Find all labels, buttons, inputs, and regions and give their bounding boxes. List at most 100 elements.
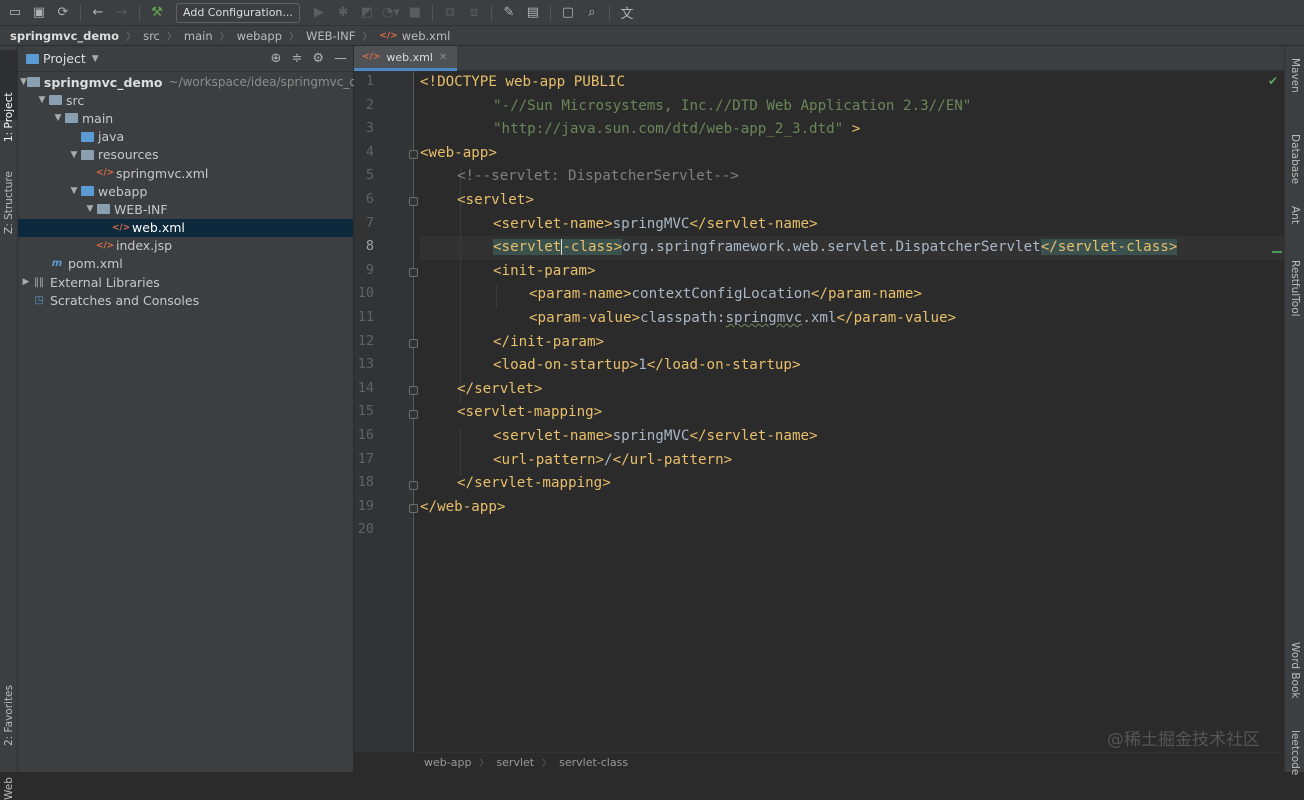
open-folder-icon[interactable]: ▭ xyxy=(4,2,26,24)
tree-item-web-xml[interactable]: </> web.xml xyxy=(18,218,353,237)
close-icon[interactable]: ✕ xyxy=(439,52,447,63)
profile-icon[interactable]: ◔▾ xyxy=(380,2,402,24)
expand-arrow-icon[interactable]: ▼ xyxy=(68,186,80,196)
line-number: 12 xyxy=(357,332,374,349)
tree-item-src[interactable]: ▼ src xyxy=(18,91,353,109)
code-line-10: <param-name>contextConfigLocation</param… xyxy=(529,286,922,303)
toolbar-divider xyxy=(139,4,140,21)
line-number: 9 xyxy=(365,261,374,278)
fold-marker-icon[interactable] xyxy=(409,481,418,490)
chevron-down-icon[interactable]: ▼ xyxy=(92,54,99,64)
nav-crumb-main[interactable]: main xyxy=(184,29,213,43)
tree-item-project-root[interactable]: ▼ springmvc_demo ~/workspace/idea/spring… xyxy=(18,73,376,91)
tree-item-pom-xml[interactable]: m pom.xml xyxy=(18,255,353,273)
chevron-right-icon: 〉 xyxy=(166,32,177,43)
line-number: 14 xyxy=(357,379,374,396)
expand-arrow-icon[interactable]: ▼ xyxy=(68,150,80,160)
toolbar-divider xyxy=(549,4,551,21)
breadcrumb-servlet-class[interactable]: servlet-class xyxy=(559,756,628,769)
editor-breadcrumbs: web-app 〉 servlet 〉 servlet-class xyxy=(414,752,1284,772)
hide-panel-icon[interactable]: — xyxy=(334,51,347,66)
code-editor[interactable]: <!DOCTYPE web-app PUBLIC "-//Sun Microsy… xyxy=(420,71,1284,752)
fold-marker-icon[interactable] xyxy=(409,386,418,395)
expand-arrow-icon[interactable]: ▼ xyxy=(36,95,48,105)
translate-icon[interactable]: 文 xyxy=(616,2,638,24)
tool-tab-project[interactable]: 1: Project xyxy=(3,93,15,142)
line-number: 15 xyxy=(357,403,374,420)
run-icon[interactable]: ▶ xyxy=(308,2,330,24)
project-structure-icon[interactable]: ▤ xyxy=(522,2,544,24)
tool-tab-structure[interactable]: Z: Structure xyxy=(3,171,15,234)
expand-arrow-icon[interactable]: ▼ xyxy=(84,204,96,214)
code-line-3: "http://java.sun.com/dtd/web-app_2_3.dtd… xyxy=(493,121,861,138)
settings-wrench-icon[interactable]: ✎ xyxy=(498,2,520,24)
code-line-1: <!DOCTYPE web-app PUBLIC xyxy=(420,74,625,90)
back-icon[interactable]: ← xyxy=(87,2,109,24)
nav-crumb-src[interactable]: src xyxy=(143,29,160,43)
tree-item-webapp[interactable]: ▼ webapp xyxy=(18,182,353,200)
fold-marker-icon[interactable] xyxy=(409,410,418,419)
indent-guide xyxy=(496,285,497,309)
project-view-selector[interactable]: Project xyxy=(43,51,86,66)
tree-item-index-jsp[interactable]: </> index.jsp xyxy=(18,237,353,255)
fold-marker-icon[interactable] xyxy=(409,339,418,348)
expand-arrow-icon[interactable]: ▶ xyxy=(20,277,32,287)
expand-arrow-icon[interactable]: ▼ xyxy=(52,113,64,123)
tree-item-main[interactable]: ▼ main xyxy=(18,109,353,127)
add-configuration-button[interactable]: Add Configuration... xyxy=(176,2,300,23)
tool-tab-maven[interactable]: Maven xyxy=(1289,58,1301,93)
tree-item-springmvc-xml[interactable]: </> springmvc.xml xyxy=(18,164,353,182)
vcs-icon[interactable]: ⧈ xyxy=(463,2,485,24)
tool-tab-leetcode[interactable]: leetcode xyxy=(1289,730,1301,775)
tree-item-scratches[interactable]: ◳ Scratches and Consoles xyxy=(18,291,353,309)
tool-tab-web[interactable]: Web xyxy=(3,777,15,800)
tool-tab-ant[interactable]: Ant xyxy=(1289,206,1301,224)
gear-icon[interactable]: ⚙ xyxy=(312,51,324,66)
tool-tab-database[interactable]: Database xyxy=(1289,134,1301,184)
folder-icon xyxy=(64,113,78,124)
chevron-right-icon: 〉 xyxy=(542,759,552,769)
fold-marker-icon[interactable] xyxy=(409,268,418,277)
debug-icon[interactable]: ✱ xyxy=(332,2,354,24)
coverage-icon[interactable]: ◩ xyxy=(356,2,378,24)
tree-item-external-libraries[interactable]: ▶ ‖‖ External Libraries xyxy=(18,273,353,291)
project-tree: ▼ springmvc_demo ~/workspace/idea/spring… xyxy=(18,72,376,309)
breadcrumb-web-app[interactable]: web-app xyxy=(424,756,471,769)
sync-icon[interactable]: ⟳ xyxy=(52,2,74,24)
folder-icon xyxy=(48,95,62,106)
breadcrumb-servlet[interactable]: servlet xyxy=(496,756,534,769)
tool-tab-favorites[interactable]: 2: Favorites xyxy=(3,685,15,746)
search-icon[interactable]: ⌕ xyxy=(581,2,603,24)
collapse-all-icon[interactable]: ≑ xyxy=(291,51,302,66)
expand-arrow-icon[interactable]: ▼ xyxy=(20,77,27,87)
tree-item-resources[interactable]: ▼ resources xyxy=(18,146,353,164)
save-icon[interactable]: ▣ xyxy=(28,2,50,24)
toolbar-divider xyxy=(431,4,433,21)
tool-tab-restfultool[interactable]: RestfulTool xyxy=(1289,260,1301,317)
tool-tab-word-book[interactable]: Word Book xyxy=(1289,642,1301,698)
toolbar-divider xyxy=(608,4,610,21)
xml-file-icon: </> xyxy=(111,222,131,233)
attach-debugger-icon[interactable]: ⧉ xyxy=(439,2,461,24)
code-line-8: <servlet-class>org.springframework.web.s… xyxy=(493,239,1178,256)
fold-marker-icon[interactable] xyxy=(409,504,418,513)
tree-item-java[interactable]: java xyxy=(18,128,353,146)
editor-tab-web-xml[interactable]: </> web.xml ✕ xyxy=(354,46,458,71)
tree-item-web-inf[interactable]: ▼ WEB-INF xyxy=(18,200,353,218)
stop-icon[interactable]: ■ xyxy=(404,2,426,24)
jsp-file-icon: </> xyxy=(95,240,115,251)
chevron-right-icon: 〉 xyxy=(289,32,300,43)
locate-target-icon[interactable]: ⊕ xyxy=(271,51,282,66)
nav-crumb-web-xml[interactable]: web.xml xyxy=(402,29,451,43)
build-hammer-icon[interactable]: ⚒ xyxy=(146,2,168,24)
xml-file-icon: </> xyxy=(362,52,381,62)
fold-marker-icon[interactable] xyxy=(409,197,418,206)
no-problems-check-icon[interactable]: ✔ xyxy=(1268,74,1278,88)
forward-icon[interactable]: → xyxy=(111,2,133,24)
fold-marker-icon[interactable] xyxy=(409,150,418,159)
nav-crumb-web-inf[interactable]: WEB-INF xyxy=(306,29,355,43)
nav-crumb-webapp[interactable]: webapp xyxy=(237,29,282,43)
nav-crumb-project[interactable]: springmvc_demo xyxy=(10,29,119,43)
presentation-icon[interactable]: ▢ xyxy=(557,2,579,24)
scratches-icon: ◳ xyxy=(34,294,44,306)
